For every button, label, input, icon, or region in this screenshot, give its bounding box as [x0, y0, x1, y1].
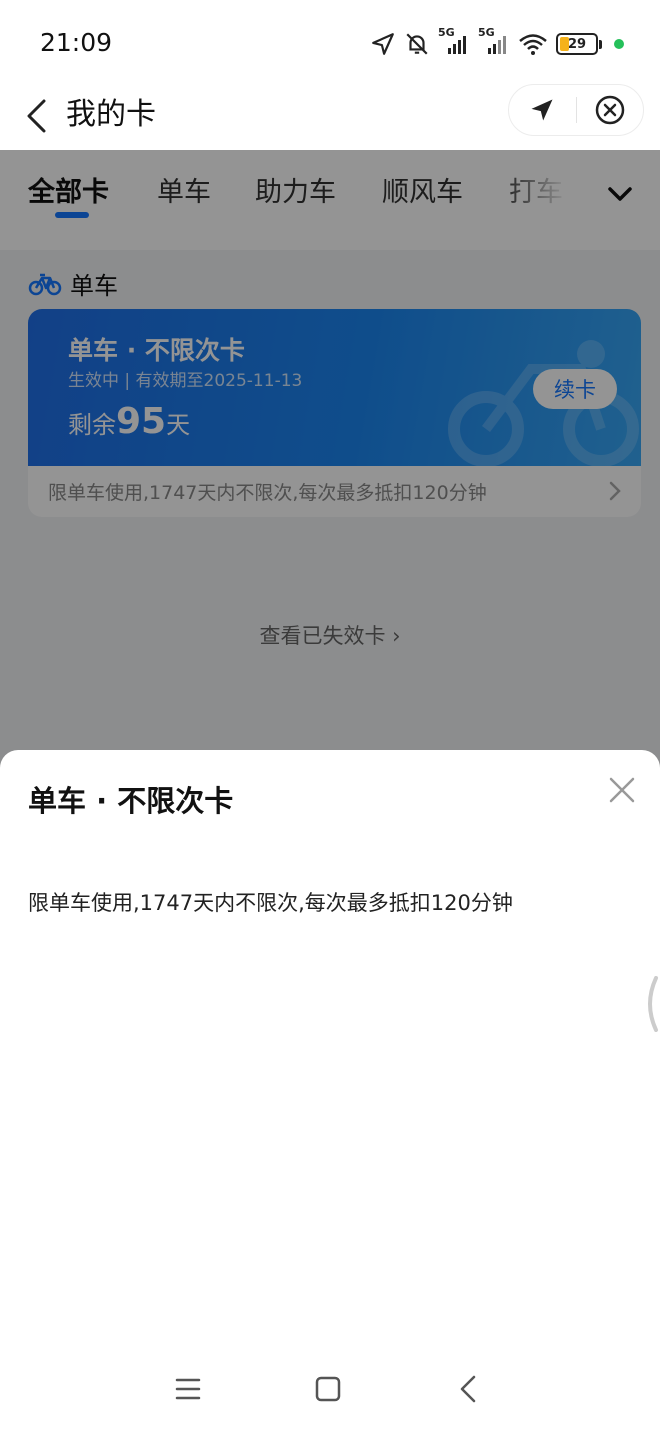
location-arrow-icon — [370, 31, 396, 57]
signal-5g-icon: 5G — [478, 26, 510, 58]
recents-button[interactable] — [166, 1367, 210, 1411]
sheet-close-button[interactable] — [604, 772, 640, 808]
menu-icon — [175, 1378, 201, 1400]
back-chevron-icon — [460, 1375, 476, 1403]
close-miniprogram-button[interactable] — [577, 84, 644, 136]
card-detail-sheet: 单车 · 不限次卡 限单车使用,1747天内不限次,每次最多抵扣120分钟 — [0, 750, 660, 1429]
close-circle-icon — [595, 95, 624, 125]
sheet-description: 限单车使用,1747天内不限次,每次最多抵扣120分钟 — [28, 891, 513, 915]
sheet-title: 单车 · 不限次卡 — [28, 784, 234, 818]
battery-icon: 29 — [556, 33, 598, 55]
privacy-indicator-dot — [614, 39, 624, 49]
header: 我的卡 — [0, 80, 660, 150]
home-button[interactable] — [306, 1367, 350, 1411]
home-square-icon — [315, 1376, 341, 1402]
wifi-icon — [518, 32, 548, 56]
back-button[interactable] — [14, 88, 58, 144]
page-title: 我的卡 — [66, 97, 156, 132]
navigate-arrow-icon — [531, 99, 553, 121]
bell-muted-icon — [404, 31, 430, 57]
battery-level: 29 — [567, 36, 587, 52]
status-time: 21:09 — [40, 28, 113, 57]
close-icon — [609, 777, 635, 803]
status-bar: 21:09 5G 5G 29 — [0, 0, 660, 80]
edge-swipe-handle[interactable] — [642, 976, 660, 1032]
signal-5g-icon: 5G — [438, 26, 470, 58]
system-nav-bar — [0, 1349, 660, 1429]
status-icons: 5G 5G 29 — [370, 26, 624, 60]
system-back-button[interactable] — [446, 1367, 490, 1411]
mini-program-capsule — [508, 84, 644, 136]
screen: 21:09 5G 5G 29 我的卡 全部卡 单车 助力车 顺风车 单车 单车 … — [0, 0, 660, 1429]
battery-tip — [599, 39, 602, 49]
navigate-button[interactable] — [509, 84, 576, 136]
chevron-left-icon — [27, 99, 46, 133]
